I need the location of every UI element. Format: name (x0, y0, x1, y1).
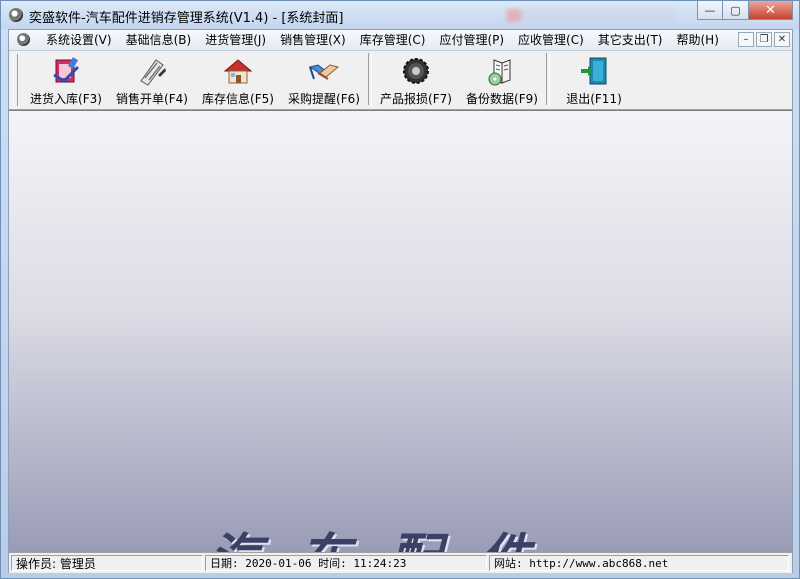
menu-bar: 系统设置(V) 基础信息(B) 进货管理(J) 销售管理(X) 库存管理(C) … (9, 30, 792, 51)
minimize-button[interactable]: — (697, 1, 723, 20)
mdi-frame: 系统设置(V) 基础信息(B) 进货管理(J) 销售管理(X) 库存管理(C) … (8, 29, 793, 573)
book-disc-icon (488, 59, 511, 86)
menu-system-settings[interactable]: 系统设置(V) (39, 32, 119, 48)
purchase-reminder-button[interactable]: 采购提醒(F6) (281, 53, 367, 107)
status-operator: 操作员: 管理员 (11, 555, 203, 571)
inventory-info-button[interactable]: 库存信息(F5) (195, 53, 281, 107)
status-website: 网站: http://www.abc868.net (489, 555, 789, 571)
toolbar: 进货入库(F3) 销售开单(F4) 库存信息(F5) 采购提醒(F6) 产品报损… (9, 51, 792, 110)
sales-order-label: 销售开单(F4) (116, 92, 188, 106)
backup-data-button[interactable]: 备份数据(F9) (459, 53, 545, 107)
exit-door-icon (581, 57, 607, 85)
backup-data-label: 备份数据(F9) (466, 92, 538, 106)
app-icon[interactable] (9, 8, 23, 22)
sales-order-button[interactable]: 销售开单(F4) (109, 53, 195, 107)
stock-in-button[interactable]: 进货入库(F3) (23, 53, 109, 107)
stock-in-icon (53, 57, 80, 83)
mdi-close-button[interactable]: ✕ (774, 32, 790, 47)
gear-icon (403, 58, 429, 84)
house-icon (223, 59, 253, 84)
exit-label: 退出(F11) (566, 92, 622, 106)
toolbar-grip[interactable] (13, 54, 18, 106)
title-bar[interactable]: 奕盛软件-汽车配件进销存管理系统(V1.4) - [系统封面] — ▢ ✕ (1, 1, 799, 29)
exit-button[interactable]: 退出(F11) (551, 53, 637, 107)
product-damage-button[interactable]: 产品报损(F7) (373, 53, 459, 107)
menu-receivables[interactable]: 应收管理(C) (511, 32, 591, 48)
handshake-icon (308, 64, 340, 80)
product-damage-label: 产品报损(F7) (380, 92, 452, 106)
status-datetime: 日期: 2020-01-06 时间: 11:24:23 (205, 555, 487, 571)
menu-purchase[interactable]: 进货管理(J) (198, 32, 273, 48)
menu-basic-info[interactable]: 基础信息(B) (119, 32, 199, 48)
stock-in-label: 进货入库(F3) (30, 92, 102, 106)
menu-inventory[interactable]: 库存管理(C) (353, 32, 433, 48)
mdi-minimize-button[interactable]: – (738, 32, 754, 47)
menu-sales[interactable]: 销售管理(X) (273, 32, 353, 48)
menu-help[interactable]: 帮助(H) (670, 32, 726, 48)
mdi-client-cover: 汽车配件 (9, 110, 792, 552)
status-bar: 操作员: 管理员 日期: 2020-01-06 时间: 11:24:23 网站:… (9, 552, 792, 573)
toolbar-separator (546, 53, 550, 105)
window-title: 奕盛软件-汽车配件进销存管理系统(V1.4) - [系统封面] (29, 11, 344, 26)
maximize-button[interactable]: ▢ (723, 1, 749, 20)
toolbar-separator (368, 53, 372, 105)
purchase-reminder-label: 采购提醒(F6) (288, 92, 360, 106)
mdi-child-icon[interactable] (17, 33, 30, 46)
app-window: 奕盛软件-汽车配件进销存管理系统(V1.4) - [系统封面] — ▢ ✕ 系统… (0, 0, 800, 579)
close-button[interactable]: ✕ (749, 1, 793, 20)
blurred-title-overlay (506, 9, 676, 22)
inventory-info-label: 库存信息(F5) (202, 92, 274, 106)
sales-order-icon (140, 59, 166, 86)
menu-payables[interactable]: 应付管理(P) (432, 32, 511, 48)
menu-other-expenses[interactable]: 其它支出(T) (591, 32, 670, 48)
cover-watermark-art: 汽车配件 (209, 516, 569, 552)
mdi-restore-button[interactable]: ❐ (756, 32, 772, 47)
